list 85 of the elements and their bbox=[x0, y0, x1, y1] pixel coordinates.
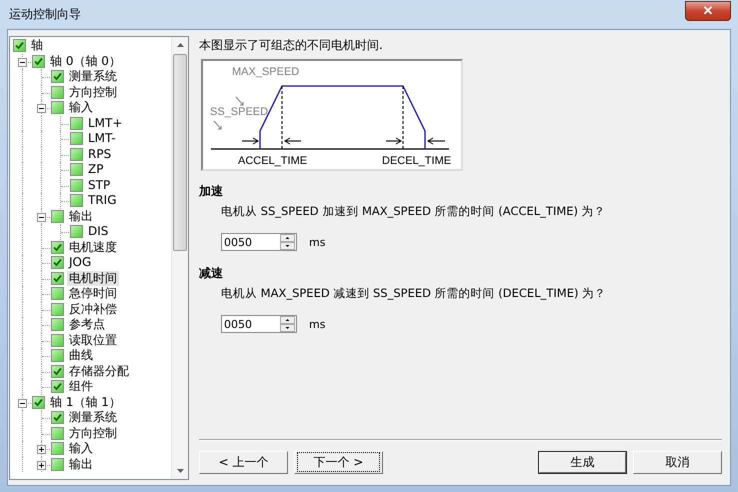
time-spinner-field[interactable]: 0050 bbox=[221, 315, 297, 333]
checkbox[interactable] bbox=[51, 349, 64, 362]
ss-speed-label: SS_SPEED bbox=[210, 106, 268, 118]
tree-item[interactable]: 轴 bbox=[29, 38, 45, 54]
collapse-icon[interactable] bbox=[37, 104, 46, 113]
tree-item[interactable]: LMT+ bbox=[86, 116, 124, 131]
tree-item[interactable]: 方向控制 bbox=[67, 84, 119, 100]
tree-item[interactable]: 读取位置 bbox=[67, 332, 119, 348]
spinner-arrows-icon[interactable] bbox=[280, 234, 295, 250]
collapse-icon[interactable] bbox=[18, 58, 27, 66]
unit-label: ms bbox=[309, 236, 326, 248]
tree-item[interactable]: DIS bbox=[86, 224, 110, 240]
checkbox[interactable] bbox=[51, 364, 64, 378]
tree-item[interactable]: 存储器分配 bbox=[67, 364, 131, 379]
collapse-icon[interactable] bbox=[18, 398, 27, 408]
question-text: 电机从 MAX_SPEED 减速到 SS_SPEED 所需的时间 (DECEL_TIME) 为？ bbox=[221, 286, 608, 301]
checkbox[interactable] bbox=[70, 116, 83, 130]
tree-item[interactable]: LMT- bbox=[86, 131, 118, 146]
checkbox[interactable] bbox=[70, 178, 83, 192]
close-button[interactable]: ✕ bbox=[685, 0, 731, 20]
tree-item[interactable]: 测量系统 bbox=[67, 410, 119, 426]
checkbox[interactable] bbox=[51, 86, 64, 99]
tree-item[interactable]: 测量系统 bbox=[67, 69, 119, 84]
tree-item[interactable]: STP bbox=[86, 178, 112, 193]
tree-item[interactable]: 急停时间 bbox=[67, 286, 119, 302]
expand-icon[interactable] bbox=[37, 445, 46, 454]
tree-item[interactable]: 轴 0（轴 0） bbox=[48, 54, 123, 69]
tree-item[interactable]: 输出 bbox=[67, 208, 95, 224]
tree-item[interactable]: 输入 bbox=[67, 100, 95, 116]
window-title: 运动控制向导 bbox=[9, 6, 81, 23]
tree-item[interactable]: 输出 bbox=[67, 456, 95, 472]
checkbox[interactable] bbox=[70, 194, 83, 208]
description-text: 本图显示了可组态的不同电机时间. bbox=[199, 37, 384, 54]
section-heading: 加速 bbox=[199, 183, 224, 200]
tree-item[interactable]: JOG bbox=[67, 255, 94, 270]
checkbox[interactable] bbox=[51, 256, 64, 270]
checkbox[interactable] bbox=[51, 240, 64, 254]
max-speed-label: MAX_SPEED bbox=[232, 66, 300, 78]
scrollbar-thumb[interactable] bbox=[173, 54, 187, 251]
checkbox[interactable] bbox=[51, 442, 64, 456]
collapse-icon[interactable] bbox=[37, 212, 46, 222]
checkbox[interactable] bbox=[51, 101, 64, 114]
scrollbar[interactable] bbox=[171, 37, 188, 479]
tree-item[interactable]: RPS bbox=[86, 146, 114, 162]
tree-item[interactable]: 参考点 bbox=[67, 317, 107, 332]
expand-icon[interactable] bbox=[37, 460, 46, 470]
checkbox[interactable] bbox=[51, 380, 64, 394]
tree-item[interactable]: 电机时间 bbox=[67, 270, 119, 286]
checkbox[interactable] bbox=[32, 396, 45, 409]
tree-item[interactable]: 组件 bbox=[67, 379, 95, 394]
wizard-button[interactable]: < 上一个 bbox=[199, 451, 288, 474]
checkbox[interactable] bbox=[70, 163, 83, 176]
wizard-button[interactable]: 取消 bbox=[633, 451, 722, 474]
checkbox[interactable] bbox=[51, 318, 64, 332]
decel-time-label: DECEL_TIME bbox=[382, 155, 452, 167]
wizard-button[interactable]: 下一个 > bbox=[294, 451, 383, 474]
section-heading: 减速 bbox=[199, 265, 224, 282]
unit-label: ms bbox=[309, 318, 326, 330]
time-spinner-field[interactable]: 0050 bbox=[221, 233, 297, 251]
checkbox[interactable] bbox=[51, 458, 64, 471]
checkbox[interactable] bbox=[51, 411, 64, 424]
checkbox[interactable] bbox=[51, 426, 64, 440]
tree-item[interactable]: ZP bbox=[86, 162, 106, 178]
wizard-button[interactable]: 生成 bbox=[538, 451, 627, 474]
checkbox[interactable] bbox=[51, 210, 64, 223]
tree-item[interactable]: TRIG bbox=[86, 193, 119, 208]
checkbox[interactable] bbox=[51, 70, 64, 84]
accel-time-label: ACCEL_TIME bbox=[238, 155, 308, 167]
checkbox[interactable] bbox=[51, 272, 64, 285]
checkbox[interactable] bbox=[32, 54, 45, 68]
tree-item[interactable]: 电机速度 bbox=[67, 240, 119, 255]
question-text: 电机从 SS_SPEED 加速到 MAX_SPEED 所需的时间 (ACCEL_TIME) 为？ bbox=[221, 204, 607, 219]
tree-item[interactable]: 轴 1（轴 1） bbox=[48, 394, 123, 410]
checkbox[interactable] bbox=[51, 334, 64, 347]
checkbox[interactable] bbox=[70, 225, 83, 238]
tree-item[interactable]: 方向控制 bbox=[67, 426, 119, 441]
spinner-arrows-icon[interactable] bbox=[280, 316, 295, 332]
checkbox[interactable] bbox=[51, 287, 64, 300]
tree-item[interactable]: 反冲补偿 bbox=[67, 302, 119, 317]
checkbox[interactable] bbox=[13, 39, 26, 52]
checkbox[interactable] bbox=[70, 148, 83, 161]
tree-item[interactable]: 输入 bbox=[67, 441, 95, 456]
checkbox[interactable] bbox=[51, 302, 64, 316]
tree-item[interactable]: 曲线 bbox=[67, 348, 95, 364]
checkbox[interactable] bbox=[70, 132, 83, 146]
